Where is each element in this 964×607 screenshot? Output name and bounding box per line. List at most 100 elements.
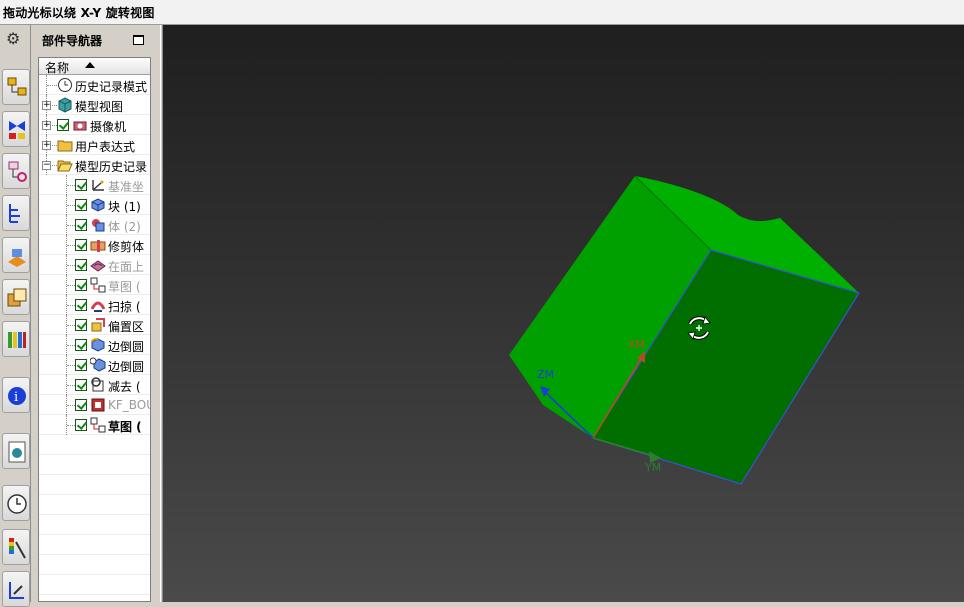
z-axis-label: ZM — [537, 368, 554, 381]
empty-tree-row — [39, 555, 150, 575]
tree-row[interactable]: − 模型历史记录 — [39, 155, 150, 175]
roles-icon[interactable] — [2, 485, 30, 521]
x-axis-label: XM — [628, 338, 645, 351]
panel-title: 部件导航器 — [42, 34, 103, 48]
visibility-checkbox[interactable] — [75, 239, 87, 251]
maximize-icon[interactable] — [133, 35, 144, 45]
kf-boundary-icon — [90, 397, 106, 413]
tree-row[interactable]: 在面上 — [39, 255, 150, 275]
block-icon — [90, 197, 106, 213]
tree-row[interactable]: 草图 ( — [39, 415, 150, 435]
expand-icon[interactable]: + — [42, 121, 51, 130]
tree-item-label: 摄像机 — [90, 120, 127, 134]
hd3d-tools-icon[interactable] — [2, 237, 30, 273]
tree-item-label: 边倒圆 — [108, 360, 145, 374]
tree-connector — [67, 365, 75, 366]
visibility-checkbox[interactable] — [75, 379, 87, 391]
expand-icon[interactable]: + — [42, 101, 51, 110]
tree-connector — [67, 285, 75, 286]
tree-item-label: 体 (2) — [108, 220, 141, 234]
tree-connector — [67, 225, 75, 226]
expand-icon[interactable]: + — [42, 141, 51, 150]
model-view[interactable]: XM YM ZM — [163, 25, 964, 602]
visibility-checkbox[interactable] — [75, 419, 87, 431]
tree-row[interactable]: 块 (1) — [39, 195, 150, 215]
tree-row[interactable]: 偏置区 — [39, 315, 150, 335]
assembly-navigator-icon[interactable] — [2, 69, 30, 105]
tree-connector — [47, 85, 57, 86]
gear-icon[interactable]: ⚙ — [6, 29, 20, 48]
empty-tree-row — [39, 475, 150, 495]
tree-connector — [67, 205, 75, 206]
trim-body-icon — [90, 237, 106, 253]
tree-connector — [67, 425, 75, 426]
column-header-name[interactable]: 名称 — [39, 58, 150, 75]
svg-text:i: i — [14, 390, 18, 405]
tree-row[interactable]: 边倒圆 — [39, 355, 150, 375]
graphics-window[interactable]: XM YM ZM — [163, 25, 964, 602]
body-icon — [90, 217, 106, 233]
system-scenes-icon[interactable] — [2, 529, 30, 565]
tree-connector — [67, 345, 75, 346]
tree-connector — [67, 265, 75, 266]
collapse-icon[interactable]: − — [42, 161, 51, 170]
visibility-checkbox[interactable] — [75, 219, 87, 231]
visibility-checkbox[interactable] — [75, 359, 87, 371]
process-studio-icon[interactable] — [2, 433, 30, 469]
status-bar: 拖动光标以绕 X-Y 旋转视图 — [0, 0, 964, 25]
constraint-navigator-icon[interactable] — [2, 111, 30, 147]
tree-item-label: 修剪体 — [108, 240, 145, 254]
tree-row[interactable]: + 用户表达式 — [39, 135, 150, 155]
offset-region-icon — [90, 317, 106, 333]
datum-csys-icon — [90, 177, 106, 193]
empty-tree-row — [39, 595, 150, 601]
tree-row[interactable]: + 模型视图 — [39, 95, 150, 115]
visibility-checkbox[interactable] — [57, 119, 69, 131]
tree-row[interactable]: 修剪体 — [39, 235, 150, 255]
status-message: 拖动光标以绕 X-Y 旋转视图 — [3, 6, 155, 20]
tree-row[interactable]: 减去 ( — [39, 375, 150, 395]
tree-row[interactable]: 历史记录模式 — [39, 75, 150, 95]
curve-on-face-icon — [90, 257, 106, 273]
tree-row[interactable]: KF_BOU — [39, 395, 150, 415]
y-axis-label: YM — [644, 461, 661, 474]
tree-row[interactable]: 扫掠 ( — [39, 295, 150, 315]
tree-item-label: 基准坐 — [108, 180, 145, 194]
tree-row[interactable]: 基准坐 — [39, 175, 150, 195]
tree-row[interactable]: 体 (2) — [39, 215, 150, 235]
edge-blend-info-icon — [89, 357, 106, 373]
web-browser-icon[interactable] — [2, 279, 30, 315]
tree-connector — [67, 245, 75, 246]
visibility-checkbox[interactable] — [75, 299, 87, 311]
tree-item-label: 块 (1) — [108, 200, 141, 214]
empty-tree-row — [39, 455, 150, 475]
visibility-checkbox[interactable] — [75, 199, 87, 211]
history-clock-icon — [57, 77, 73, 93]
visibility-checkbox[interactable] — [75, 259, 87, 271]
tree-row[interactable]: 草图 ( — [39, 275, 150, 295]
visibility-checkbox[interactable] — [75, 279, 87, 291]
tree-item-label: 用户表达式 — [75, 140, 136, 154]
visibility-checkbox[interactable] — [75, 399, 87, 411]
visibility-checkbox[interactable] — [75, 339, 87, 351]
tree-row[interactable]: 边倒圆 — [39, 335, 150, 355]
part-navigator-icon[interactable] — [2, 153, 30, 189]
tree-row[interactable]: + 摄像机 — [39, 115, 150, 135]
empty-tree-row — [39, 515, 150, 535]
folder-open-icon — [57, 157, 73, 173]
empty-tree-row — [39, 435, 150, 455]
tree-item-label: 模型历史记录 — [75, 160, 148, 174]
visibility-checkbox[interactable] — [75, 319, 87, 331]
subtract-icon — [90, 377, 106, 393]
system-materials-icon[interactable]: i — [2, 377, 30, 413]
navigator-tree[interactable]: 名称 历史记录模式 + 模型视图 + 摄像机 + 用户表达式 − 模型历史记录 基准坐块 (1) 体… — [38, 57, 151, 602]
visibility-checkbox[interactable] — [75, 179, 87, 191]
edge-blend-icon — [90, 337, 106, 353]
sort-ascending-icon — [85, 62, 95, 68]
reuse-library-icon[interactable] — [2, 195, 30, 231]
tree-connector — [67, 385, 75, 386]
tree-connector — [67, 325, 75, 326]
empty-tree-row — [39, 575, 150, 595]
tree-item-label: 草图 ( — [108, 280, 141, 294]
history-icon[interactable] — [2, 321, 30, 357]
